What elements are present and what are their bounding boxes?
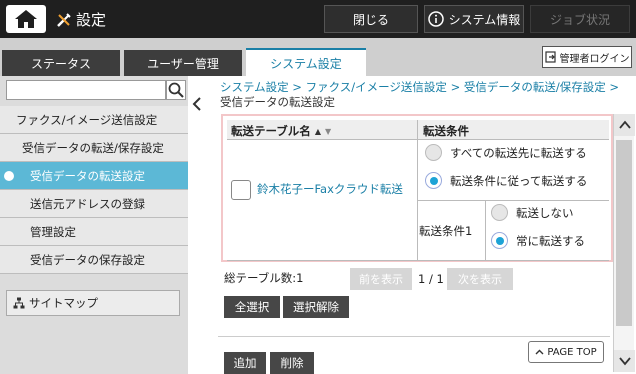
info-icon: [427, 11, 444, 27]
collapse-sidebar-button[interactable]: [190, 94, 206, 114]
total-table-count: 総テーブル数:1: [224, 271, 304, 285]
vertical-scrollbar[interactable]: [613, 114, 635, 372]
column-divider: [417, 120, 418, 260]
sidebar-item-fax-image-send[interactable]: ファクス/イメージ送信設定: [0, 106, 188, 134]
column-header-name[interactable]: 転送テーブル名 ▲ ▼: [231, 123, 331, 139]
home-button[interactable]: [6, 5, 46, 33]
sidebar-item-received-forward-save[interactable]: 受信データの転送/保存設定: [0, 134, 188, 162]
divider: [218, 336, 610, 337]
search-icon: [168, 82, 184, 98]
chevron-up-icon: [618, 120, 631, 129]
breadcrumb-link-forward-save[interactable]: 受信データの転送/保存設定 >: [464, 80, 619, 94]
search-button[interactable]: [166, 80, 186, 100]
column-header-name-label: 転送テーブル名: [231, 124, 311, 138]
sidebar: ファクス/イメージ送信設定 受信データの転送/保存設定 受信データの転送設定 送…: [0, 76, 188, 374]
breadcrumb: システム設定 > ファクス/イメージ送信設定 > 受信データの転送/保存設定 >…: [220, 80, 620, 110]
page-top-button[interactable]: PAGE TOP: [528, 341, 604, 363]
scroll-thumb[interactable]: [616, 140, 632, 326]
sitemap-button[interactable]: サイトマップ: [6, 290, 180, 316]
add-button[interactable]: 追加: [224, 352, 266, 374]
chevron-up-icon: [535, 349, 544, 354]
system-info-button[interactable]: システム情報: [424, 5, 524, 33]
radio-always-forward[interactable]: 常に転送する: [491, 232, 585, 249]
scroll-down-button[interactable]: [614, 350, 635, 372]
sidebar-item-received-forward[interactable]: 受信データの転送設定: [0, 162, 188, 190]
table-header: 転送テーブル名 ▲ ▼ 転送条件: [227, 120, 609, 140]
system-info-label: システム情報: [448, 12, 521, 27]
row-divider: [227, 260, 609, 261]
deselect-button[interactable]: 選択解除: [283, 296, 349, 318]
tab-user-management[interactable]: ユーザー管理: [124, 50, 242, 76]
row-checkbox[interactable]: [231, 180, 251, 200]
chevron-left-icon: [192, 97, 201, 111]
tab-status[interactable]: ステータス: [2, 50, 120, 76]
sidebar-item-sender-address[interactable]: 送信元アドレスの登録: [0, 190, 188, 218]
wrench-icon: [57, 12, 71, 27]
admin-login-button[interactable]: 管理者ログイン: [542, 46, 632, 68]
radio-button-selected: [425, 172, 442, 189]
login-icon: [544, 51, 556, 63]
radio-forward-by-condition[interactable]: 転送条件に従って転送する: [425, 172, 587, 189]
radio-label: 転送条件に従って転送する: [450, 173, 588, 188]
radio-do-not-forward[interactable]: 転送しない: [491, 204, 574, 221]
sidebar-search-input[interactable]: [6, 80, 166, 100]
close-button[interactable]: 閉じる: [324, 5, 418, 33]
page-top-label: PAGE TOP: [547, 346, 597, 358]
radio-forward-all[interactable]: すべての転送先に転送する: [425, 144, 587, 161]
radio-button: [425, 144, 442, 161]
radio-button-selected: [491, 232, 508, 249]
sort-desc-icon[interactable]: ▼: [325, 127, 331, 136]
cell-divider: [417, 200, 609, 201]
select-all-button[interactable]: 全選択: [224, 296, 280, 318]
sidebar-item-management[interactable]: 管理設定: [0, 218, 188, 246]
tab-bar: ステータス ユーザー管理 システム設定 管理者ログイン: [0, 38, 636, 76]
radio-button: [491, 204, 508, 221]
table-name-link[interactable]: 鈴木花子ーFaxクラウド転送: [257, 182, 407, 197]
sitemap-label: サイトマップ: [29, 296, 98, 310]
delete-button[interactable]: 削除: [270, 352, 314, 374]
page-title: 設定: [56, 9, 106, 30]
chevron-down-icon: [618, 357, 631, 366]
column-header-condition: 転送条件: [423, 124, 469, 138]
job-status-button[interactable]: ジョブ状況: [530, 5, 630, 33]
sitemap-icon: [13, 297, 25, 309]
forward-table-panel: 転送テーブル名 ▲ ▼ 転送条件 鈴木花子ーFaxクラウド転送 すべての転送先に…: [221, 114, 613, 262]
scroll-up-button[interactable]: [614, 114, 635, 136]
top-bar: 設定 閉じる システム情報 ジョブ状況: [0, 0, 636, 38]
page-indicator: 1 / 1: [418, 272, 444, 286]
breadcrumb-link-fax[interactable]: ファクス/イメージ送信設定 >: [306, 80, 461, 94]
radio-label: 常に転送する: [516, 233, 585, 248]
selected-arrow-icon: [4, 171, 14, 181]
breadcrumb-link-system[interactable]: システム設定 >: [220, 80, 302, 94]
tab-system-settings[interactable]: システム設定: [246, 48, 366, 76]
radio-label: すべての転送先に転送する: [450, 145, 587, 160]
sidebar-item-label: 受信データの転送設定: [30, 168, 145, 183]
radio-label: 転送しない: [516, 205, 574, 220]
prev-page-button[interactable]: 前を表示: [350, 268, 412, 290]
home-icon: [15, 10, 37, 28]
cell-divider-inner: [485, 200, 486, 260]
admin-login-label: 管理者ログイン: [559, 53, 630, 65]
next-page-button[interactable]: 次を表示: [447, 268, 513, 290]
condition-label: 転送条件1: [419, 224, 473, 238]
page-title-text: 設定: [76, 11, 107, 29]
sort-asc-icon[interactable]: ▲: [315, 127, 321, 136]
breadcrumb-current: 受信データの転送設定: [220, 95, 335, 109]
sidebar-item-received-save[interactable]: 受信データの保存設定: [0, 246, 188, 274]
